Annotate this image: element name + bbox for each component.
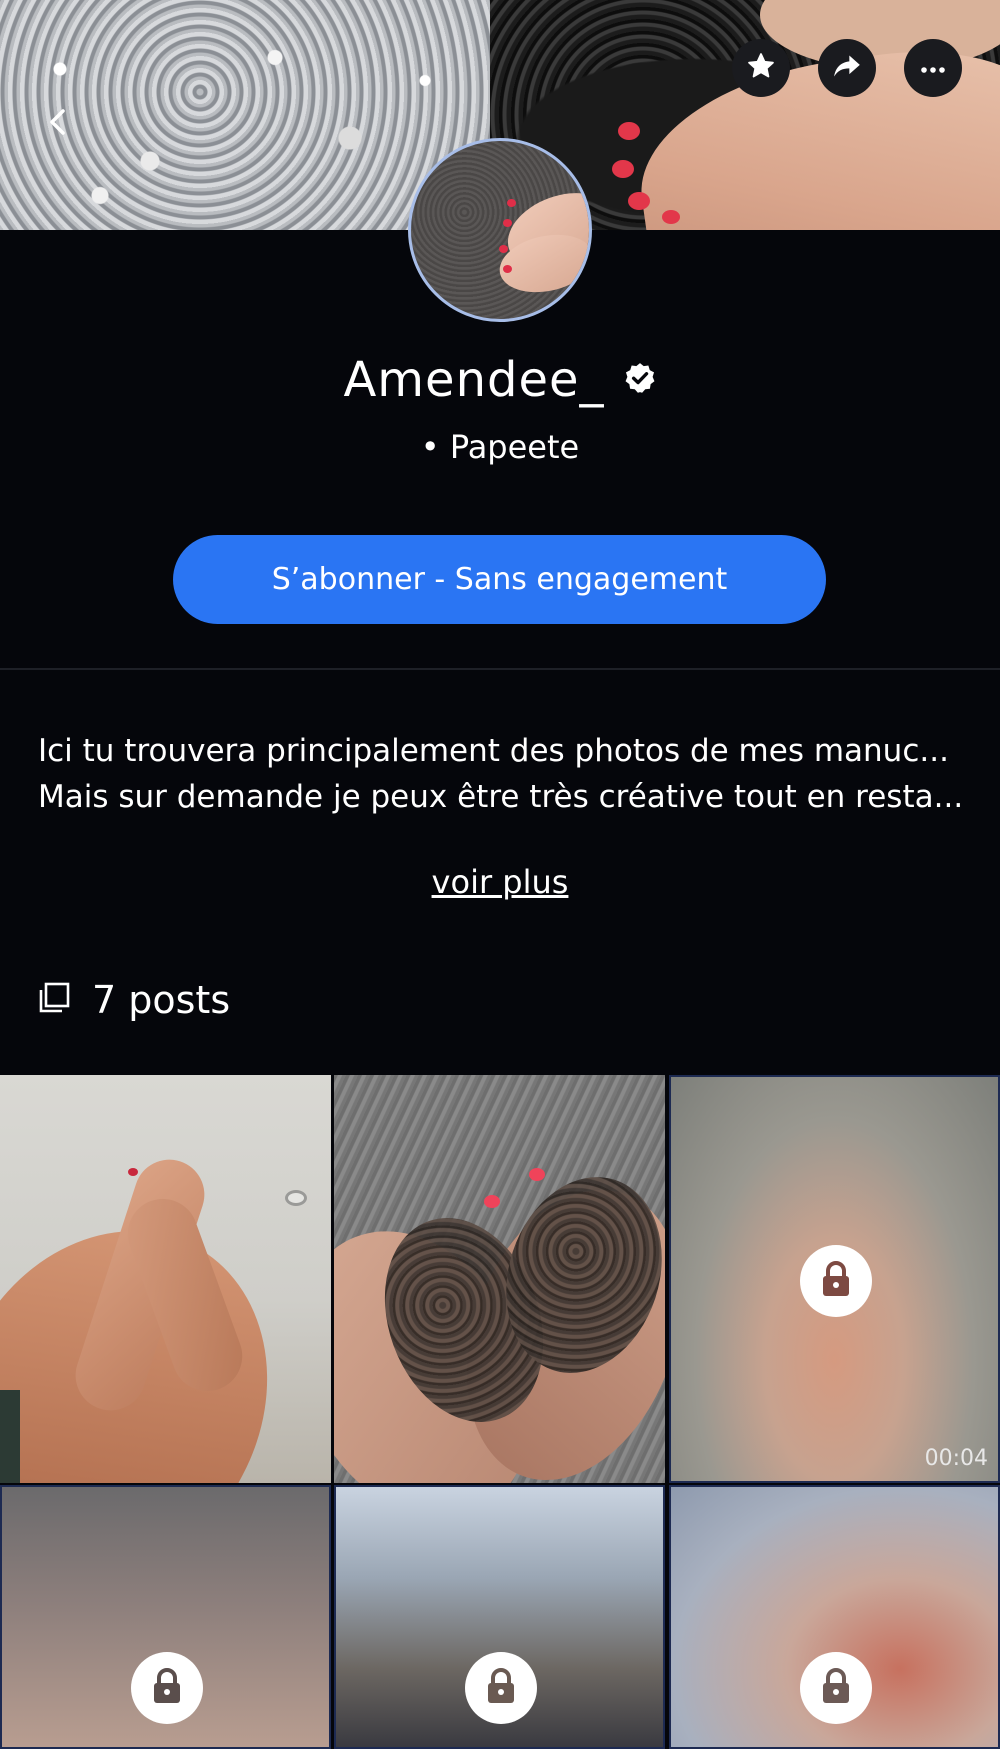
post-tile[interactable] [0,1075,331,1483]
video-duration: 00:04 [924,1446,988,1471]
post-tile-locked[interactable] [669,1485,1000,1749]
lock-icon [150,1667,184,1709]
back-button[interactable] [38,104,78,144]
lock-icon [819,1260,853,1302]
more-dots-icon [920,59,946,78]
avatar[interactable] [408,138,592,322]
lock-badge [131,1652,203,1724]
lock-icon [484,1667,518,1709]
divider [0,668,1000,670]
subscribe-button[interactable]: S’abonner - Sans engagement [173,535,826,624]
share-arrow-icon [833,53,861,83]
see-more-link[interactable]: voir plus [0,863,1000,901]
share-button[interactable] [818,39,876,97]
lock-badge [800,1652,872,1724]
bio-line: Ici tu trouvera principalement des photo… [38,733,949,769]
verified-badge-icon [623,361,657,399]
profile-name-row: Amendee_ [0,350,1000,410]
post-tile-locked[interactable] [334,1485,665,1749]
posts-grid: 00:04 [0,1075,1000,1749]
profile-location: • Papeete [420,428,580,466]
post-tile-locked[interactable] [0,1485,331,1749]
post-tile[interactable] [334,1075,665,1483]
lock-badge [465,1652,537,1724]
more-options-button[interactable] [904,39,962,97]
star-icon [746,51,776,85]
bio-line: Mais sur demande je peux être très créat… [38,779,964,815]
post-tile-locked[interactable]: 00:04 [669,1075,1000,1483]
posts-header: 7 posts [38,975,230,1025]
posts-count: 7 posts [92,978,231,1022]
lock-icon [819,1667,853,1709]
posts-stack-icon [38,982,70,1018]
profile-page: Amendee_ • Papeete S’abonner - Sans enga… [0,0,1000,1749]
favorite-button[interactable] [732,39,790,97]
lock-badge [800,1245,872,1317]
chevron-left-icon [47,107,69,141]
profile-bio: Ici tu trouvera principalement des photo… [38,728,968,820]
profile-name: Amendee_ [343,352,605,408]
